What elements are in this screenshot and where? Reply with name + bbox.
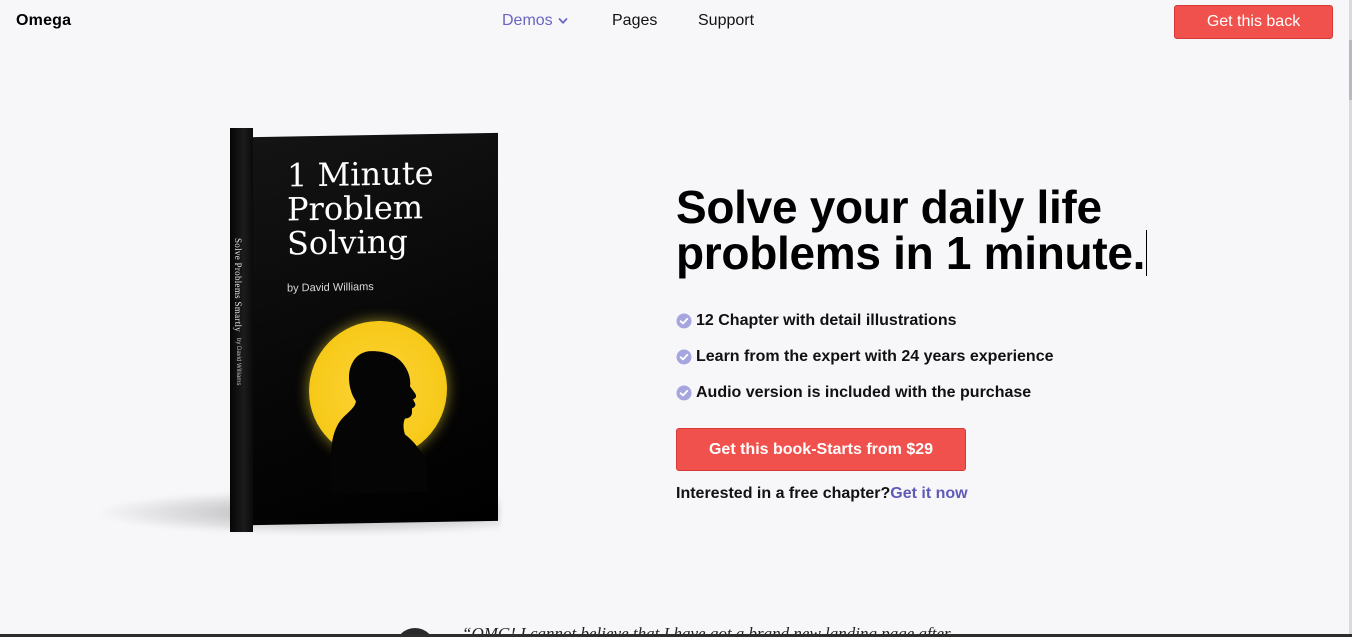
spine-author: by David Williams (235, 338, 241, 386)
headline-line: problems in 1 minute. (676, 227, 1146, 279)
free-chapter-line: Interested in a free chapter?Get it now (676, 485, 968, 503)
book-title-line: 1 Minute (287, 153, 434, 195)
get-this-back-button[interactable]: Get this back (1174, 5, 1333, 39)
nav-pages-label: Pages (612, 12, 658, 29)
nav-pages[interactable]: Pages (612, 12, 698, 30)
book-cover: 1 Minute Problem Solving by David Willia… (253, 132, 498, 526)
check-circle-icon (676, 349, 692, 365)
free-chapter-text: Interested in a free chapter? (676, 485, 891, 502)
feature-text: Learn from the expert with 24 years expe… (696, 348, 1054, 365)
book-cover-title: 1 Minute Problem Solving (287, 153, 487, 263)
head-silhouette-icon (331, 351, 427, 494)
check-circle-icon (676, 313, 692, 329)
feature-text: 12 Chapter with detail illustrations (696, 312, 957, 329)
headline-line: Solve your daily life (676, 181, 1102, 233)
feature-item: Learn from the expert with 24 years expe… (676, 348, 1053, 366)
feature-item: 12 Chapter with detail illustrations (676, 312, 1053, 330)
main-nav: Demos Pages Support (502, 12, 754, 30)
nav-demos[interactable]: Demos (502, 12, 612, 30)
chevron-down-icon (558, 18, 568, 24)
spine-title: Solve Problems Smartly (233, 238, 243, 333)
hero-headline: Solve your daily life problems in 1 minu… (676, 184, 1196, 276)
nav-support[interactable]: Support (698, 12, 754, 30)
navbar: Omega Demos Pages Support Get this back (0, 0, 1352, 46)
book-spine: Solve Problems Smartly by David Williams (230, 128, 253, 532)
feature-text: Audio version is included with the purch… (696, 384, 1032, 401)
book-title-line: Problem (287, 188, 424, 229)
get-it-now-link[interactable]: Get it now (890, 485, 967, 502)
nav-support-label: Support (698, 12, 755, 29)
get-book-button[interactable]: Get this book-Starts from $29 (676, 428, 966, 471)
check-circle-icon (676, 385, 692, 401)
brand-logo[interactable]: Omega (16, 12, 71, 30)
book-mockup: Solve Problems Smartly by David Williams… (100, 120, 520, 550)
feature-item: Audio version is included with the purch… (676, 384, 1053, 402)
text-caret (1146, 230, 1148, 276)
feature-list: 12 Chapter with detail illustrations Lea… (676, 312, 1053, 420)
nav-demos-label: Demos (502, 12, 553, 29)
book-cover-author: by David Williams (287, 281, 374, 295)
book-title-line: Solving (287, 222, 408, 263)
